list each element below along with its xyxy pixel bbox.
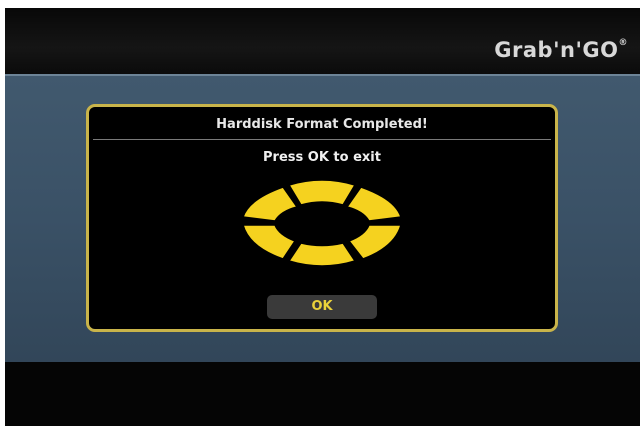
footer-bar [5, 362, 640, 426]
spinner-segment [242, 224, 297, 260]
spinner-segment [347, 224, 402, 260]
loading-spinner-icon [241, 179, 403, 267]
dialog-message: Press OK to exit [263, 150, 381, 165]
registered-mark: ® [618, 38, 628, 48]
spinner-segment [287, 242, 357, 267]
spinner-segment [241, 186, 299, 222]
spinner-segment [287, 179, 357, 206]
tv-screen: Grab'n'GO® Harddisk Format Completed! Pr… [5, 8, 640, 426]
ok-button[interactable]: OK [267, 295, 377, 319]
brand-logo: Grab'n'GO® [494, 38, 628, 62]
top-cropped-caption [0, 0, 640, 8]
header-bar: Grab'n'GO® [5, 8, 640, 74]
dialog-title: Harddisk Format Completed! [93, 111, 551, 140]
format-complete-dialog: Harddisk Format Completed! Press OK to e… [86, 104, 558, 332]
spinner-segment [345, 186, 403, 222]
brand-logo-text: Grab'n'GO [494, 38, 619, 62]
